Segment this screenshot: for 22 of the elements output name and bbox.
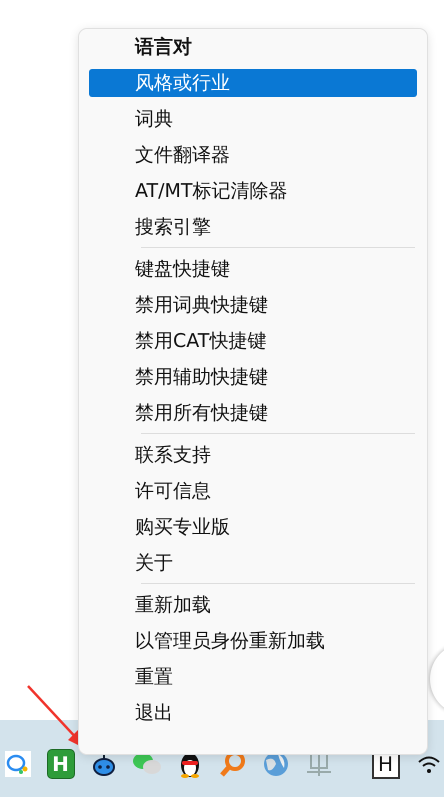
menu-item[interactable]: 退出 xyxy=(89,699,417,727)
menu-item[interactable]: 联系支持 xyxy=(89,441,417,469)
menu-item[interactable]: 重新加载 xyxy=(89,591,417,619)
menu-item[interactable]: 词典 xyxy=(89,105,417,133)
menu-item[interactable]: 禁用辅助快捷键 xyxy=(89,363,417,391)
menu-item[interactable]: 禁用所有快捷键 xyxy=(89,399,417,427)
menu-item[interactable]: 禁用词典快捷键 xyxy=(89,291,417,319)
menu-item[interactable]: 风格或行业 xyxy=(89,69,417,97)
menu-item[interactable]: 搜索引擎 xyxy=(89,213,417,241)
menu-item[interactable]: AT/MT标记清除器 xyxy=(89,177,417,205)
menu-item[interactable]: 以管理员身份重新加载 xyxy=(89,627,417,655)
chat-icon[interactable] xyxy=(4,750,30,776)
menu-item[interactable]: 关于 xyxy=(89,549,417,577)
menu-item[interactable]: 禁用CAT快捷键 xyxy=(89,327,417,355)
menu-item[interactable]: 重置 xyxy=(89,663,417,691)
wifi-icon[interactable] xyxy=(416,754,440,774)
menu-item[interactable]: 购买专业版 xyxy=(89,513,417,541)
menu-item[interactable]: 文件翻译器 xyxy=(89,141,417,169)
menu-item[interactable]: 键盘快捷键 xyxy=(89,255,417,283)
menu-item[interactable]: 许可信息 xyxy=(89,477,417,505)
app-icon[interactable]: H xyxy=(46,748,74,778)
menu-header[interactable]: 语言对 xyxy=(89,33,417,61)
